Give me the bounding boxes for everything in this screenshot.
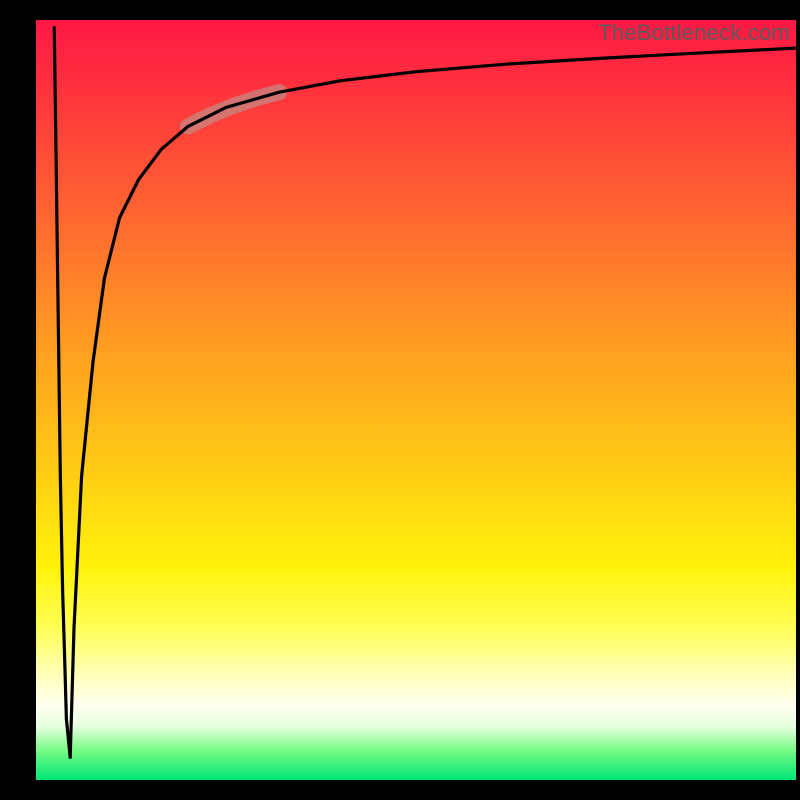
data-series [54,28,796,758]
chart-svg [36,20,796,780]
series-path-0 [54,28,70,758]
plot-area: TheBottleneck.com [36,20,796,780]
chart-frame: TheBottleneck.com [0,0,800,800]
series-path-1 [70,48,796,757]
